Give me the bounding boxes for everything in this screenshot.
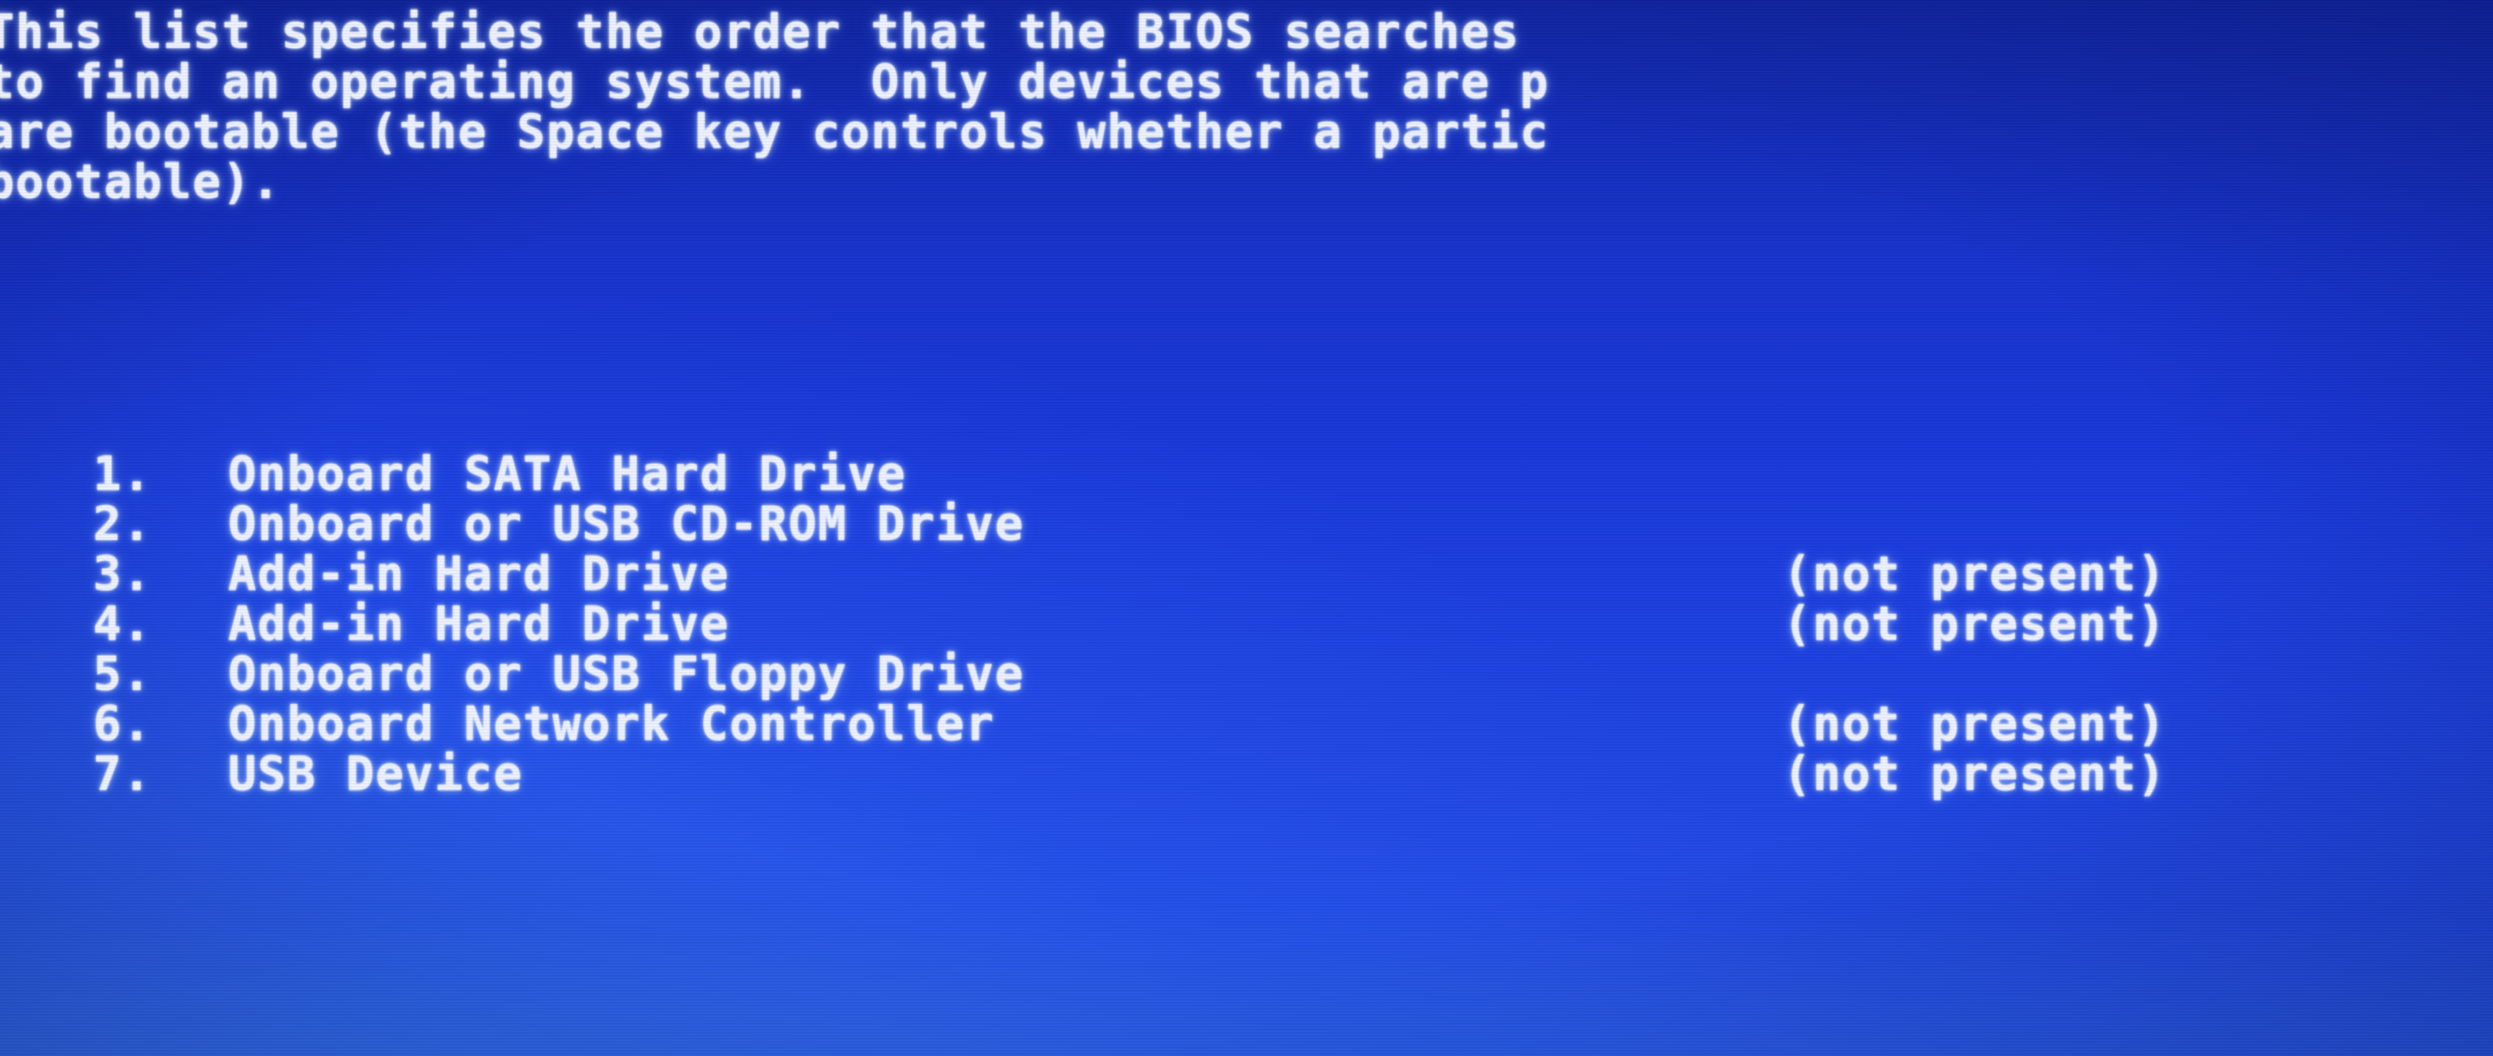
screen-content: This list specifies the order that the B…: [0, 0, 2493, 1056]
boot-device-label[interactable]: Add-in Hard Drive: [228, 600, 729, 650]
boot-device-status: (not present): [1783, 597, 2167, 652]
boot-device-number: 3.: [93, 547, 152, 602]
boot-device-number: 2.: [93, 497, 152, 552]
description-line: are bootable (the Space key controls whe…: [0, 105, 1550, 160]
boot-device-label[interactable]: Onboard Network Controller: [228, 700, 995, 750]
boot-device-label[interactable]: Add-in Hard Drive: [228, 550, 729, 600]
boot-device-number: 4.: [93, 597, 152, 652]
description-line: This list specifies the order that the B…: [0, 5, 1520, 60]
boot-device-label[interactable]: Onboard or USB CD-ROM Drive: [228, 500, 1024, 550]
boot-device-status: (not present): [1783, 747, 2167, 802]
boot-device-label[interactable]: USB Device: [228, 750, 523, 800]
boot-device-status: (not present): [1783, 697, 2167, 752]
boot-device-number: 1.: [93, 447, 152, 502]
boot-device-row[interactable]: 6. Onboard Network Controller (not prese…: [0, 700, 2493, 750]
boot-device-row[interactable]: 2. Onboard or USB CD-ROM Drive: [0, 500, 2493, 550]
boot-device-row[interactable]: 4. Add-in Hard Drive (not present): [0, 600, 2493, 650]
boot-device-label[interactable]: Onboard SATA Hard Drive: [228, 450, 906, 500]
boot-device-number: 7.: [93, 747, 152, 802]
boot-device-number: 6.: [93, 697, 152, 752]
boot-device-row[interactable]: 7. USB Device (not present): [0, 750, 2493, 800]
boot-device-number: 5.: [93, 647, 152, 702]
boot-device-label[interactable]: Onboard or USB Floppy Drive: [228, 650, 1024, 700]
description-line: bootable).: [0, 155, 281, 210]
boot-device-row[interactable]: 3. Add-in Hard Drive (not present): [0, 550, 2493, 600]
boot-device-status: (not present): [1783, 547, 2167, 602]
boot-device-row[interactable]: 5. Onboard or USB Floppy Drive: [0, 650, 2493, 700]
bios-screen: This list specifies the order that the B…: [0, 0, 2493, 1056]
boot-device-row[interactable]: 1. Onboard SATA Hard Drive: [0, 450, 2493, 500]
description-line: to find an operating system. Only device…: [0, 55, 1550, 110]
